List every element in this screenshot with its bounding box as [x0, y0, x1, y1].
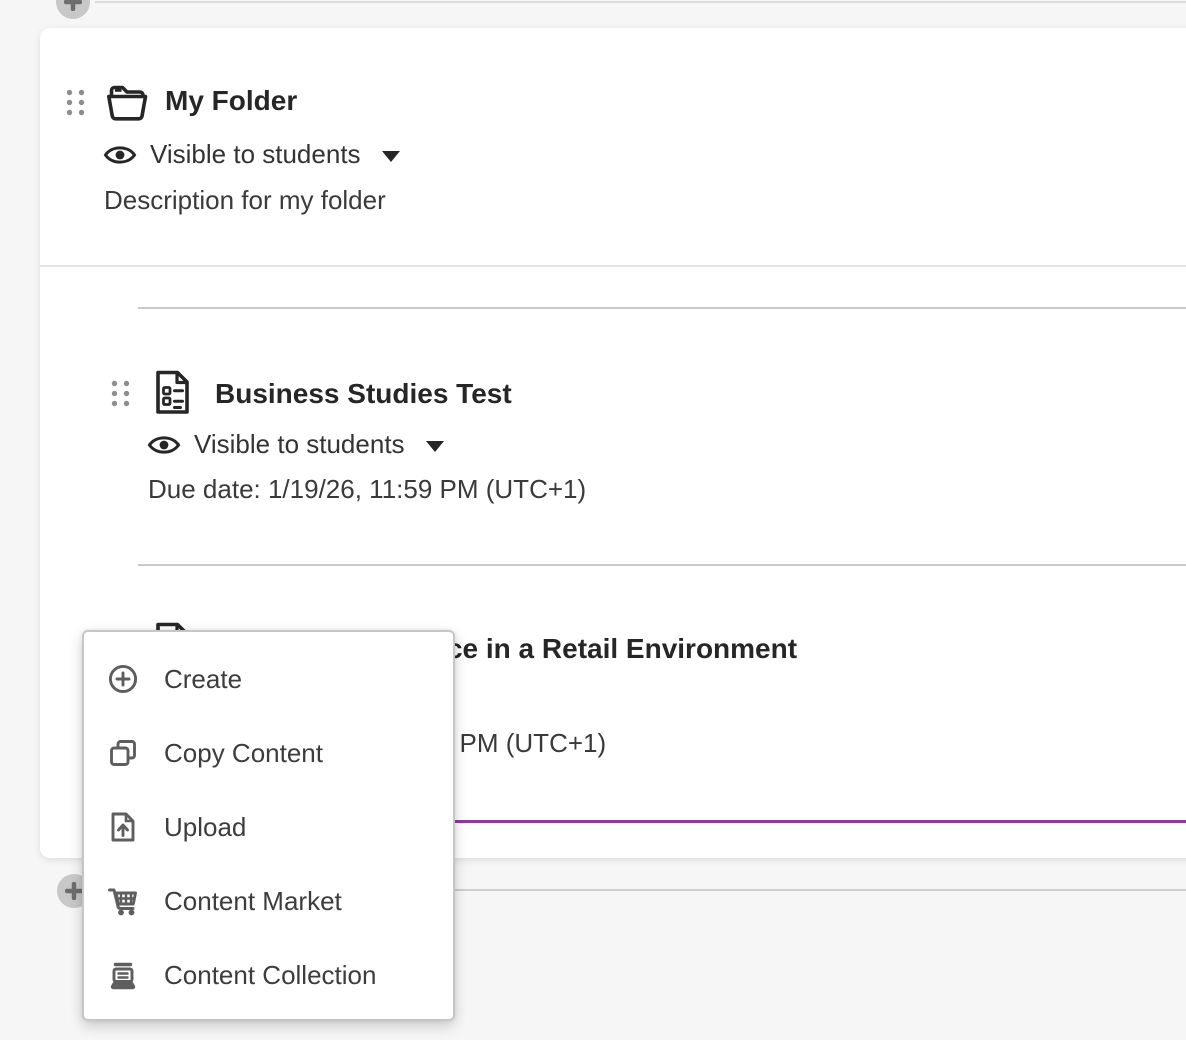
menu-item-label: Content Collection	[164, 960, 376, 991]
menu-item-content-market[interactable]: Content Market	[84, 864, 453, 938]
folder-title[interactable]: My Folder	[165, 85, 297, 117]
eye-icon	[103, 142, 137, 168]
copy-content-icon	[107, 737, 139, 769]
drag-handle[interactable]	[110, 379, 131, 413]
menu-item-upload[interactable]: Upload	[84, 790, 453, 864]
item-visibility-label: Visible to students	[194, 429, 405, 460]
folder-visibility-label: Visible to students	[150, 139, 361, 170]
folder-description: Description for my folder	[104, 185, 386, 216]
chevron-down-icon	[382, 151, 400, 162]
menu-item-label: Upload	[164, 812, 246, 843]
open-folder-icon	[104, 81, 150, 128]
menu-item-label: Copy Content	[164, 738, 323, 769]
item-divider	[138, 307, 1186, 309]
add-content-button-top[interactable]	[56, 0, 90, 19]
content-market-cart-icon	[107, 885, 139, 917]
item-visibility-dropdown[interactable]: Visible to students	[147, 429, 444, 460]
menu-item-content-collection[interactable]: Content Collection	[84, 938, 453, 1012]
plus-icon	[65, 882, 83, 900]
item-due-date: Due date: 1/19/26, 11:59 PM (UTC+1)	[148, 474, 586, 505]
menu-item-copy-content[interactable]: Copy Content	[84, 716, 453, 790]
content-item-title[interactable]: Business Studies Test	[215, 378, 512, 410]
drag-handle[interactable]	[65, 88, 86, 122]
menu-item-label: Content Market	[164, 886, 342, 917]
folder-header-divider	[40, 265, 1186, 267]
upload-icon	[107, 811, 139, 843]
menu-item-label: Create	[164, 664, 242, 695]
eye-icon	[147, 432, 181, 458]
folder-visibility-dropdown[interactable]: Visible to students	[103, 139, 400, 170]
add-content-menu: Create Copy Content Upload	[82, 630, 455, 1021]
content-collection-icon	[107, 959, 139, 991]
item-divider	[138, 564, 1186, 566]
create-plus-icon	[107, 663, 139, 695]
chevron-down-icon	[426, 441, 444, 452]
add-divider-line-top	[95, 1, 1186, 3]
test-document-icon	[153, 369, 192, 421]
course-content-page: My Folder Visible to students Descriptio…	[0, 0, 1186, 1040]
plus-icon	[64, 0, 82, 11]
menu-item-create[interactable]: Create	[84, 642, 453, 716]
